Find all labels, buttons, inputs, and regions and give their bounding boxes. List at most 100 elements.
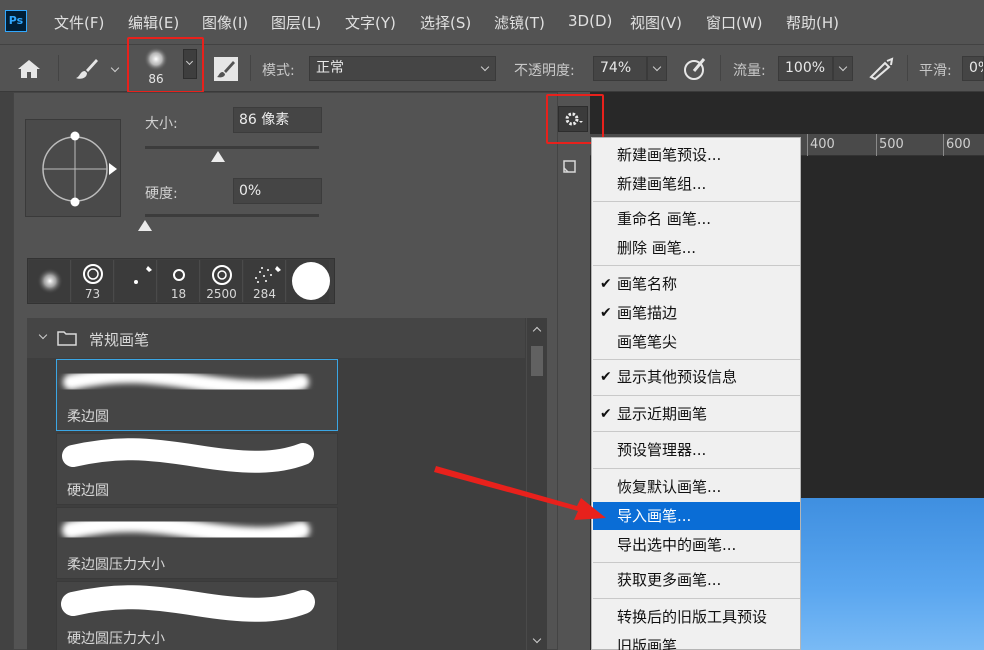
menu-item-label: 画笔笔尖 [617, 333, 678, 351]
menu-item-label: 恢复默认画笔... [617, 478, 722, 496]
brush-preset-dropdown[interactable] [183, 49, 197, 79]
chevron-down-icon[interactable] [38, 330, 48, 340]
menu-item-label: 旧版画笔 [617, 637, 678, 650]
menu-select[interactable]: 选择(S) [420, 12, 471, 33]
flow-dropdown[interactable] [833, 56, 853, 81]
chevron-down-icon [185, 57, 194, 66]
recent-brush-tip[interactable]: 2500 [201, 260, 243, 302]
chevron-up-icon[interactable] [532, 326, 542, 336]
menu-type[interactable]: 文字(Y) [345, 12, 396, 33]
menu-item-legacy-brushes[interactable]: 旧版画笔 [593, 632, 800, 650]
flow-input[interactable]: 100% [778, 56, 833, 81]
brush-preset-item[interactable]: 柔边圆压力大小 [56, 507, 338, 579]
menu-item-label: 预设管理器... [617, 441, 707, 459]
menu-help[interactable]: 帮助(H) [786, 12, 839, 33]
menu-file[interactable]: 文件(F) [54, 12, 104, 33]
menu-item-label: 新建画笔预设... [617, 146, 722, 164]
brush-name: 硬边圆压力大小 [67, 631, 165, 647]
chevron-down-icon[interactable] [532, 634, 542, 644]
menu-item-export-brushes[interactable]: 导出选中的画笔... [593, 531, 800, 559]
hardness-slider[interactable] [145, 214, 319, 217]
brush-icon[interactable] [74, 57, 100, 81]
menu-item-label: 转换后的旧版工具预设 [617, 608, 768, 626]
tip-size: 18 [170, 287, 187, 301]
menu-item-new-brush-group[interactable]: 新建画笔组... [593, 170, 800, 198]
gear-button[interactable] [558, 106, 588, 132]
ruler-mark: 500 [879, 137, 904, 152]
mode-label: 模式: [262, 63, 295, 79]
hardness-label: 硬度: [145, 186, 178, 202]
recent-brush-tip[interactable] [287, 260, 330, 302]
menu-item-brush-tip[interactable]: 画笔笔尖 [593, 328, 800, 356]
menu-item-preset-manager[interactable]: 预设管理器... [593, 436, 800, 464]
menu-item-import-brushes[interactable]: 导入画笔... [593, 502, 800, 530]
recent-brush-tip[interactable] [115, 260, 157, 302]
menu-item-get-more-brushes[interactable]: 获取更多画笔... [593, 566, 800, 594]
home-icon[interactable] [17, 59, 41, 79]
menu-item-brush-name[interactable]: ✔ 画笔名称 [593, 270, 800, 298]
brush-angle-preview[interactable] [25, 119, 121, 217]
recent-brush-tip[interactable] [29, 260, 71, 302]
recent-brush-tip[interactable]: 284 [244, 260, 286, 302]
menu-divider [593, 562, 800, 563]
menu-item-show-additional-info[interactable]: ✔ 显示其他预设信息 [593, 363, 800, 391]
mode-select[interactable]: 正常 [309, 56, 496, 81]
brush-preset-item[interactable]: 硬边圆 [56, 433, 338, 505]
pressure-opacity-icon[interactable] [682, 57, 708, 81]
menu-3d[interactable]: 3D(D) [568, 12, 612, 30]
hardness-slider-thumb[interactable] [138, 220, 152, 231]
ruler-mark: 600 [946, 137, 971, 152]
brush-preset-item[interactable]: 柔边圆 [56, 359, 338, 431]
chevron-down-icon[interactable] [110, 63, 120, 73]
gear-icon [565, 112, 583, 126]
new-brush-icon[interactable] [563, 160, 577, 174]
menu-view[interactable]: 视图(V) [630, 12, 682, 33]
checkmark-icon: ✔ [600, 406, 612, 422]
menu-item-show-recent-brushes[interactable]: ✔ 显示近期画笔 [593, 400, 800, 428]
menu-item-reset-brushes[interactable]: 恢复默认画笔... [593, 473, 800, 501]
tip-size: 73 [84, 287, 101, 301]
brush-group-header[interactable]: 常规画笔 [27, 318, 525, 358]
menu-item-rename-brush[interactable]: 重命名 画笔... [593, 205, 800, 233]
menu-image[interactable]: 图像(I) [202, 12, 248, 33]
menu-item-label: 新建画笔组... [617, 175, 707, 193]
toolbar-strip [0, 92, 13, 650]
brush-name: 柔边圆压力大小 [67, 557, 165, 573]
menu-item-delete-brush[interactable]: 删除 画笔... [593, 234, 800, 262]
options-bar: 86 模式: 正常 不透明度: 74% 流量: 100% 平滑: 0% [0, 37, 984, 93]
recent-brush-tip[interactable]: 73 [72, 260, 114, 302]
menu-item-label: 导入画笔... [617, 507, 692, 525]
size-input[interactable]: 86 像素 [233, 107, 322, 133]
menu-item-new-brush-preset[interactable]: 新建画笔预设... [593, 141, 800, 169]
brush-settings-icon[interactable] [213, 56, 239, 82]
checkmark-icon: ✔ [600, 369, 612, 385]
brush-list-scrollbar[interactable] [526, 318, 547, 650]
menu-edit[interactable]: 编辑(E) [128, 12, 179, 33]
panel-flyout-menu: 新建画笔预设... 新建画笔组... 重命名 画笔... 删除 画笔... ✔ 画… [591, 137, 801, 650]
menu-item-label: 显示其他预设信息 [617, 368, 738, 386]
hardness-input[interactable]: 0% [233, 178, 322, 204]
menu-window[interactable]: 窗口(W) [706, 12, 763, 33]
menu-item-brush-stroke[interactable]: ✔ 画笔描边 [593, 299, 800, 327]
airbrush-icon[interactable] [867, 57, 895, 81]
recent-brush-tip[interactable]: 18 [158, 260, 200, 302]
menu-layer[interactable]: 图层(L) [271, 12, 321, 33]
brush-preset-item[interactable]: 硬边圆压力大小 [56, 581, 338, 650]
brush-name: 硬边圆 [67, 483, 109, 499]
menu-filter[interactable]: 滤镜(T) [494, 12, 545, 33]
brush-list: 常规画笔 柔边圆 硬边圆 柔边圆压力大小 硬边圆压力大小 [27, 318, 547, 650]
soft-round-tip-icon [37, 268, 63, 294]
opacity-input[interactable]: 74% [593, 56, 647, 81]
size-slider[interactable] [145, 146, 319, 149]
menu-item-converted-legacy-presets[interactable]: 转换后的旧版工具预设 [593, 603, 800, 631]
ruler-tick [943, 134, 944, 156]
smooth-input[interactable]: 0% [962, 56, 984, 81]
soft-brush-tip-icon [144, 47, 168, 71]
soft-stroke-preview [63, 367, 309, 396]
size-slider-thumb[interactable] [211, 151, 225, 162]
scrollbar-thumb[interactable] [531, 346, 543, 376]
brush-size-readout: 86 [148, 72, 164, 86]
menu-item-label: 重命名 画笔... [617, 210, 712, 228]
brush-preset-picker[interactable]: 86 [127, 37, 204, 93]
opacity-dropdown[interactable] [647, 56, 667, 81]
